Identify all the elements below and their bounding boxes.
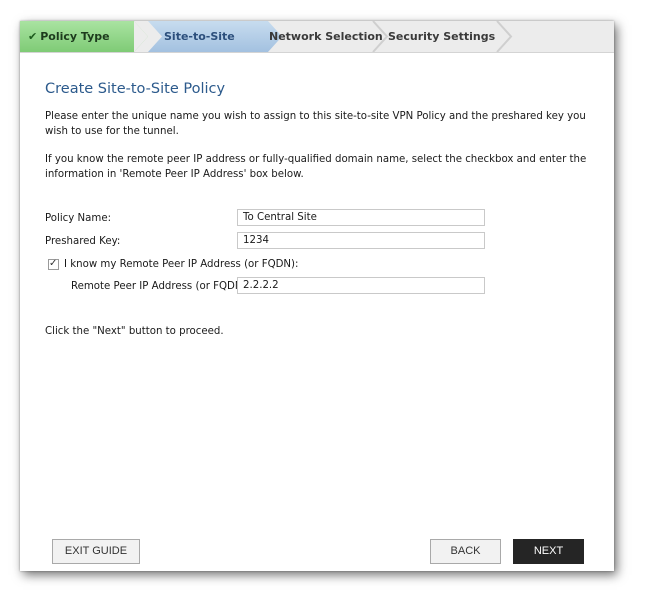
preshared-key-input[interactable]: 1234 [237, 232, 485, 249]
remote-peer-input[interactable]: 2.2.2.2 [237, 277, 485, 294]
peer-instructions: If you know the remote peer IP address o… [45, 154, 587, 180]
back-button[interactable]: BACK [430, 539, 501, 564]
step-label: Network Selection [269, 30, 383, 43]
intro-text: Please enter the unique name you wish to… [45, 111, 586, 137]
remote-peer-label: Remote Peer IP Address (or FQDN): [71, 281, 250, 292]
wizard-step-bar: ✔ Policy Type Site-to-Site Network Select… [20, 21, 614, 53]
know-peer-label: I know my Remote Peer IP Address (or FQD… [64, 259, 299, 270]
next-button[interactable]: NEXT [513, 539, 584, 564]
step-label: Site-to-Site [164, 30, 235, 43]
preshared-key-label: Preshared Key: [45, 236, 121, 247]
step-label: Security Settings [388, 30, 496, 43]
check-icon: ✔ [28, 30, 38, 43]
step-policy-type[interactable]: ✔ Policy Type [20, 21, 148, 52]
policy-name-label: Policy Name: [45, 213, 112, 224]
checkmark-icon: ✓ [49, 258, 58, 269]
proceed-hint: Click the "Next" button to proceed. [45, 326, 224, 337]
step-label: Policy Type [40, 30, 110, 43]
exit-guide-button[interactable]: EXIT GUIDE [52, 539, 140, 564]
page-title: Create Site-to-Site Policy [45, 81, 226, 97]
setup-wizard-window: ✔ Policy Type Site-to-Site Network Select… [20, 21, 614, 571]
policy-name-input[interactable]: To Central Site [237, 209, 485, 226]
know-peer-checkbox[interactable]: ✓ [48, 258, 59, 270]
step-security-settings[interactable]: Security Settings [376, 21, 526, 52]
step-network-selection[interactable]: Network Selection [258, 21, 389, 52]
